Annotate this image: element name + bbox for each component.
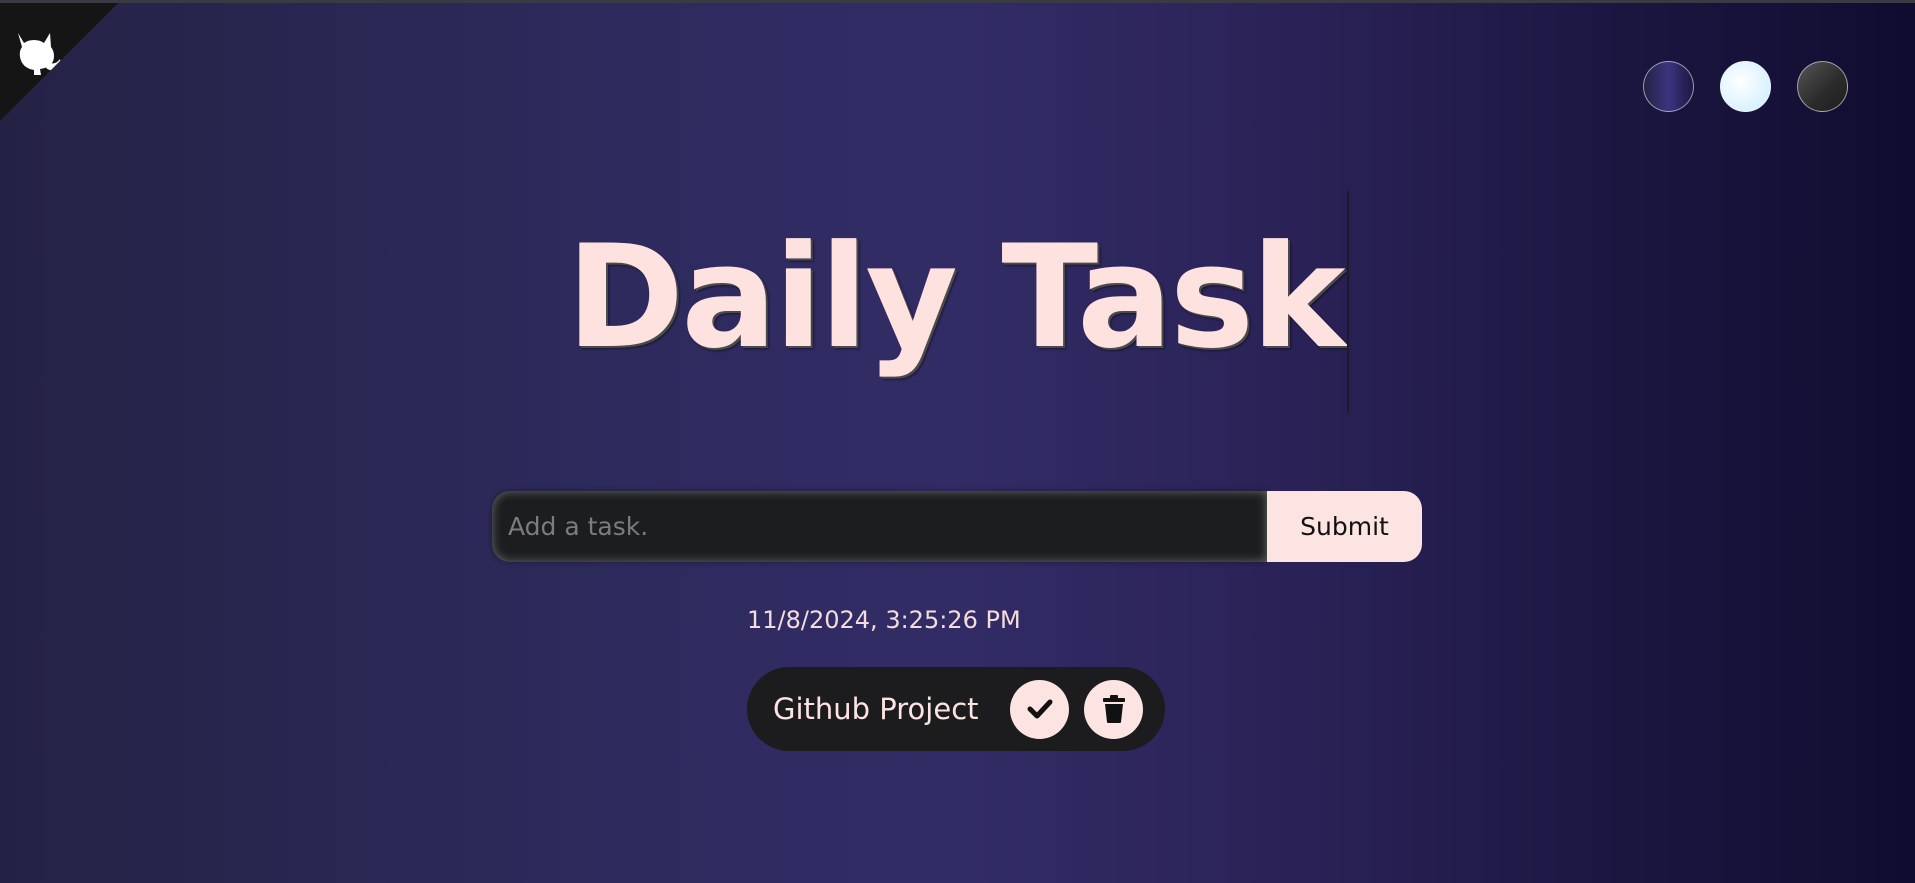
- task-item: Github Project: [747, 667, 1165, 751]
- theme-standard-button[interactable]: [1643, 61, 1694, 112]
- check-icon: [1027, 699, 1052, 719]
- submit-button[interactable]: Submit: [1267, 491, 1422, 562]
- task-input[interactable]: [492, 491, 1267, 562]
- github-octocat-icon: [18, 33, 61, 75]
- github-corner[interactable]: [0, 3, 118, 121]
- task-form: Submit: [492, 491, 1422, 562]
- theme-light-button[interactable]: [1720, 61, 1771, 112]
- page-title-text: Daily Task: [566, 215, 1345, 380]
- theme-darker-button[interactable]: [1797, 61, 1848, 112]
- theme-switcher: [1643, 61, 1848, 112]
- delete-task-button[interactable]: [1084, 679, 1143, 739]
- task-text: Github Project: [773, 692, 979, 726]
- header: Daily Task: [0, 191, 1915, 413]
- complete-task-button[interactable]: [1010, 679, 1069, 739]
- trash-icon: [1102, 695, 1125, 723]
- typing-caret: [1346, 191, 1349, 413]
- page-title: Daily Task: [566, 191, 1349, 413]
- datetime-display: 11/8/2024, 3:25:26 PM: [747, 606, 1021, 634]
